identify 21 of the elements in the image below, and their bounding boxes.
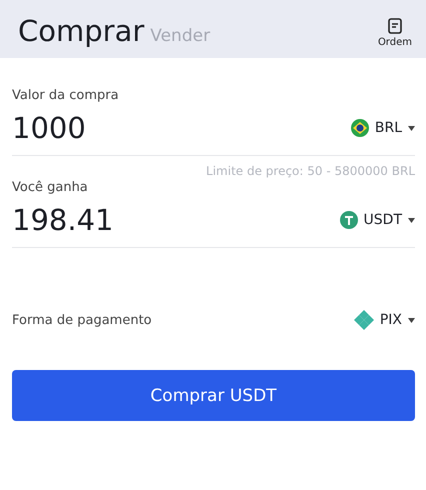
payment-selector[interactable]: PIX bbox=[354, 310, 415, 330]
order-button[interactable]: Ordem bbox=[378, 18, 412, 48]
price-limit: Limite de preço: 50 - 5800000 BRL bbox=[205, 164, 415, 178]
receive-field[interactable]: 198.41 USDT bbox=[12, 195, 415, 248]
field-label: Você ganha bbox=[12, 180, 89, 195]
brazil-flag-icon bbox=[350, 119, 369, 137]
payment-label: Forma de pagamento bbox=[12, 312, 152, 328]
buy-button[interactable]: Comprar USDT bbox=[12, 370, 415, 421]
caret-icon bbox=[408, 318, 415, 322]
caret-icon bbox=[408, 218, 415, 222]
field-label: Valor da compra bbox=[12, 88, 120, 103]
tab[interactable]: Comprar bbox=[18, 14, 144, 48]
amount-field[interactable]: 1000 BRL bbox=[12, 103, 415, 156]
diamond-icon bbox=[354, 310, 374, 330]
receive-value: 198.41 bbox=[12, 203, 114, 237]
tether-icon bbox=[340, 211, 358, 229]
currency-selector[interactable]: BRL bbox=[350, 119, 415, 137]
amount-value: 1000 bbox=[12, 111, 86, 145]
currency-selector[interactable]: USDT bbox=[340, 211, 415, 229]
caret-icon bbox=[408, 126, 415, 130]
document-icon bbox=[388, 18, 402, 34]
